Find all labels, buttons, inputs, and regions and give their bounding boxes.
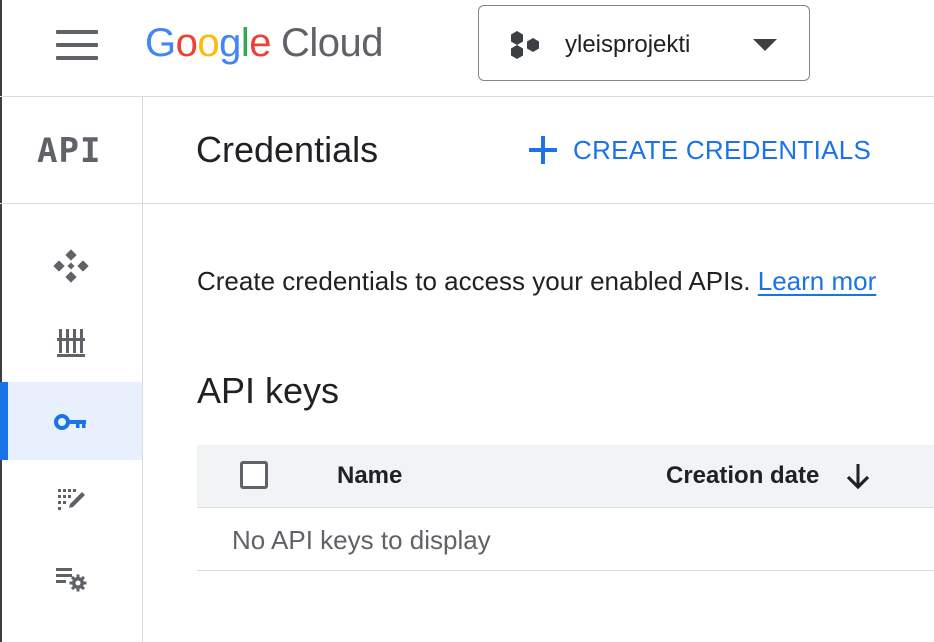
settings-list-icon [56, 568, 87, 592]
rail-item-consent-screen[interactable] [0, 460, 142, 538]
arrow-down-icon[interactable] [843, 461, 873, 491]
plus-icon [529, 136, 557, 164]
page-header: Credentials CREATE CREDENTIALS [143, 97, 934, 204]
key-icon [54, 414, 86, 430]
learn-more-link[interactable]: Learn mor [758, 266, 877, 296]
intro-text: Create credentials to access your enable… [197, 264, 876, 298]
column-header-name[interactable]: Name [337, 460, 402, 492]
create-credentials-label: CREATE CREDENTIALS [573, 135, 872, 165]
logo-letter: g [219, 21, 241, 65]
api-keys-heading: API keys [197, 370, 340, 411]
google-wordmark: Google [145, 21, 272, 65]
page-title: Credentials [196, 129, 379, 170]
intro-message: Create credentials to access your enable… [197, 266, 758, 296]
dropdown-caret-icon [753, 39, 777, 51]
logo-letter: G [145, 21, 176, 65]
project-hexagons-icon [511, 31, 539, 59]
top-bar: Google Cloud yleisprojekti [0, 0, 934, 97]
column-header-creation-date[interactable]: Creation date [666, 460, 819, 492]
main-menu-icon[interactable] [56, 30, 98, 60]
google-cloud-logo[interactable]: Google Cloud [145, 17, 384, 69]
enabled-apis-icon [53, 249, 89, 283]
api-label: API [37, 131, 102, 171]
api-section-header[interactable]: API [0, 97, 142, 204]
left-rail: API [0, 97, 143, 642]
logo-letter: e [249, 21, 272, 65]
logo-letter: o [197, 21, 220, 65]
rail-item-enabled-apis[interactable] [0, 226, 142, 304]
library-icon [57, 329, 85, 357]
empty-table-row: No API keys to display [197, 508, 934, 571]
rail-item-settings[interactable] [0, 538, 142, 616]
rail-item-credentials[interactable] [0, 382, 142, 460]
api-keys-table-header: Name Creation date [197, 445, 934, 508]
rail-item-library[interactable] [0, 304, 142, 382]
project-name: yleisprojekti [565, 31, 691, 58]
logo-letter: o [175, 21, 198, 65]
cloud-wordmark: Cloud [281, 21, 384, 65]
empty-message: No API keys to display [232, 525, 491, 555]
select-all-checkbox[interactable] [240, 461, 268, 489]
logo-letter: l [240, 21, 250, 65]
consent-screen-icon [58, 489, 85, 510]
project-selector[interactable]: yleisprojekti [478, 5, 810, 81]
